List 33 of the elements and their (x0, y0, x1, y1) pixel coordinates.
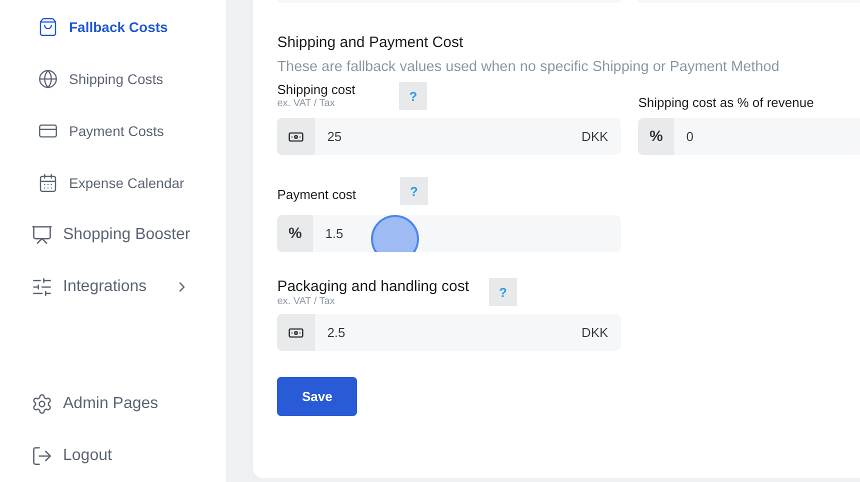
sidebar-item[interactable]: Integrations (0, 261, 226, 313)
field-label: Shipping cost as % of revenue (638, 95, 814, 110)
chart-board-icon (31, 224, 53, 246)
field-hint: ex. VAT / Tax (277, 296, 336, 307)
input-field[interactable]: 25 DKK (277, 118, 622, 155)
save-button[interactable]: Save (277, 377, 358, 416)
bag-icon (38, 17, 58, 37)
globe-icon (38, 69, 58, 89)
sidebar-item[interactable]: Shopping Booster (0, 209, 226, 261)
sidebar-item[interactable]: Expense Calendar (0, 157, 226, 209)
currency-label: DKK (581, 325, 610, 340)
sidebar-item[interactable]: Fallback Costs (0, 1, 226, 53)
percent-sign: % (288, 225, 302, 242)
sliders-icon (31, 276, 53, 298)
sidebar-item[interactable]: Logout (0, 430, 226, 482)
settings-icon (31, 393, 53, 415)
field-label: Shipping cost (277, 82, 356, 97)
logout-icon (31, 445, 53, 467)
section-title: Shipping and Payment Cost (277, 34, 464, 51)
field-hint: ex. VAT / Tax (277, 98, 336, 109)
input-field[interactable]: % 0 (638, 118, 860, 155)
input-field[interactable]: % 1.5 (277, 215, 622, 252)
percent-sign: % (650, 128, 663, 145)
field-label: Packaging and handling cost (277, 278, 470, 295)
field-label: Payment cost (277, 187, 356, 202)
section-description: These are fallback values used when no specific Shipping or Payment Method (277, 59, 780, 75)
sidebar-item[interactable]: Shipping Costs (0, 53, 226, 105)
input-field[interactable]: 2.5 DKK (277, 314, 622, 351)
calendar-icon (38, 173, 58, 193)
currency-label: DKK (581, 129, 610, 144)
sidebar-item[interactable]: Payment Costs (0, 105, 226, 157)
sidebar-item[interactable]: Admin Pages (0, 378, 226, 430)
click-indicator (371, 215, 420, 252)
